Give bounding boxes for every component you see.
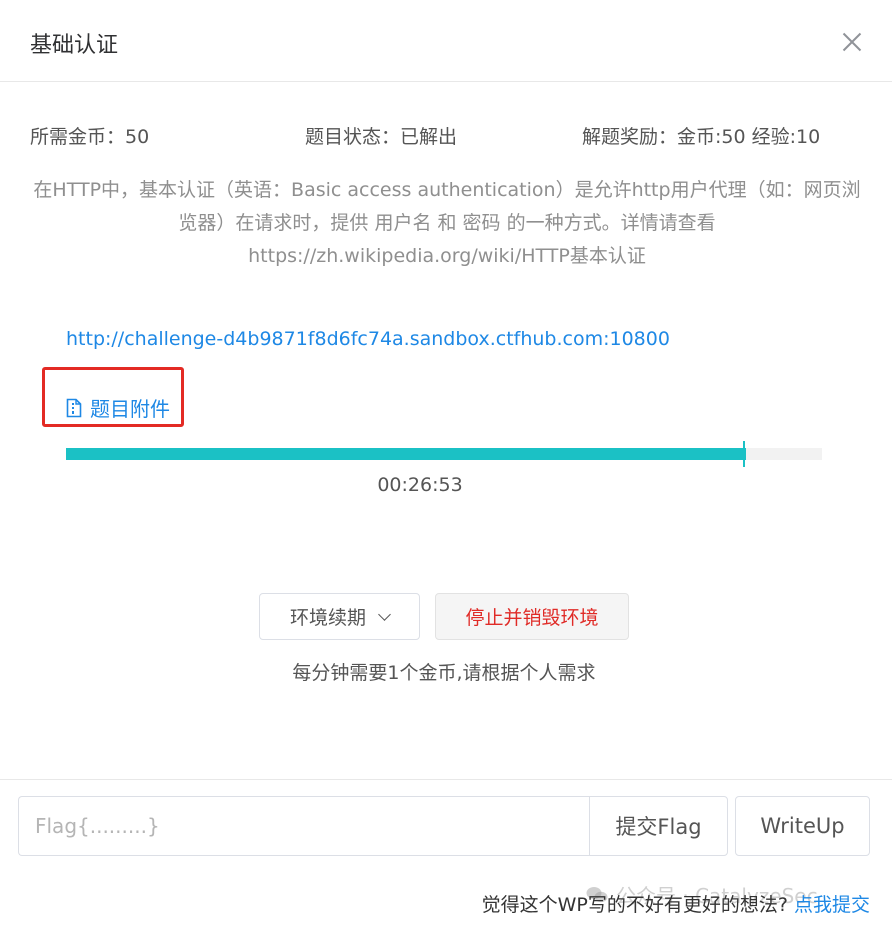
coins-label: 所需金币：: [30, 126, 126, 148]
attachment-label: 题目附件: [90, 397, 170, 421]
chevron-down-icon: [378, 607, 391, 621]
feedback-text: 觉得这个WP写的不好有更好的想法?: [481, 894, 788, 916]
challenge-url-link[interactable]: http://challenge-d4b9871f8d6fc74a.sandbo…: [66, 328, 670, 350]
coins-value: 50: [125, 126, 150, 148]
status-value: 已解出: [400, 126, 458, 148]
feedback-row: 觉得这个WP写的不好有更好的想法? 点我提交: [482, 890, 870, 917]
feedback-submit-link[interactable]: 点我提交: [794, 894, 870, 916]
renew-label: 环境续期: [289, 607, 366, 629]
reward-info: 解题奖励：金币:50 经验:10: [582, 122, 820, 149]
attachment-link[interactable]: 题目附件: [66, 393, 170, 422]
time-progress-fill: [66, 448, 747, 460]
renew-environment-dropdown[interactable]: 环境续期: [259, 593, 420, 640]
modal-header: 基础认证: [0, 0, 892, 82]
coins-info: 所需金币：50: [30, 122, 149, 149]
challenge-description: 在HTTP中，基本认证（英语：Basic access authenticati…: [33, 179, 861, 267]
file-icon: [66, 398, 82, 417]
footer-divider: [0, 779, 892, 780]
destroy-environment-button[interactable]: 停止并销毁环境: [435, 593, 629, 640]
cost-note: 每分钟需要1个金币,请根据个人需求: [292, 662, 596, 684]
submit-flag-button[interactable]: 提交Flag: [589, 796, 728, 856]
status-label: 题目状态：: [305, 126, 401, 148]
countdown-timer: 00:26:53: [377, 474, 463, 496]
flag-input[interactable]: [18, 796, 590, 856]
reward-label: 解题奖励：: [582, 126, 678, 148]
modal-title: 基础认证: [30, 33, 119, 58]
progress-marker: [743, 441, 745, 467]
writeup-button[interactable]: WriteUp: [735, 796, 870, 856]
time-progress-bar: [66, 448, 822, 460]
close-icon[interactable]: [838, 28, 866, 56]
status-info: 题目状态：已解出: [305, 122, 457, 149]
reward-value: 金币:50 经验:10: [677, 126, 821, 148]
